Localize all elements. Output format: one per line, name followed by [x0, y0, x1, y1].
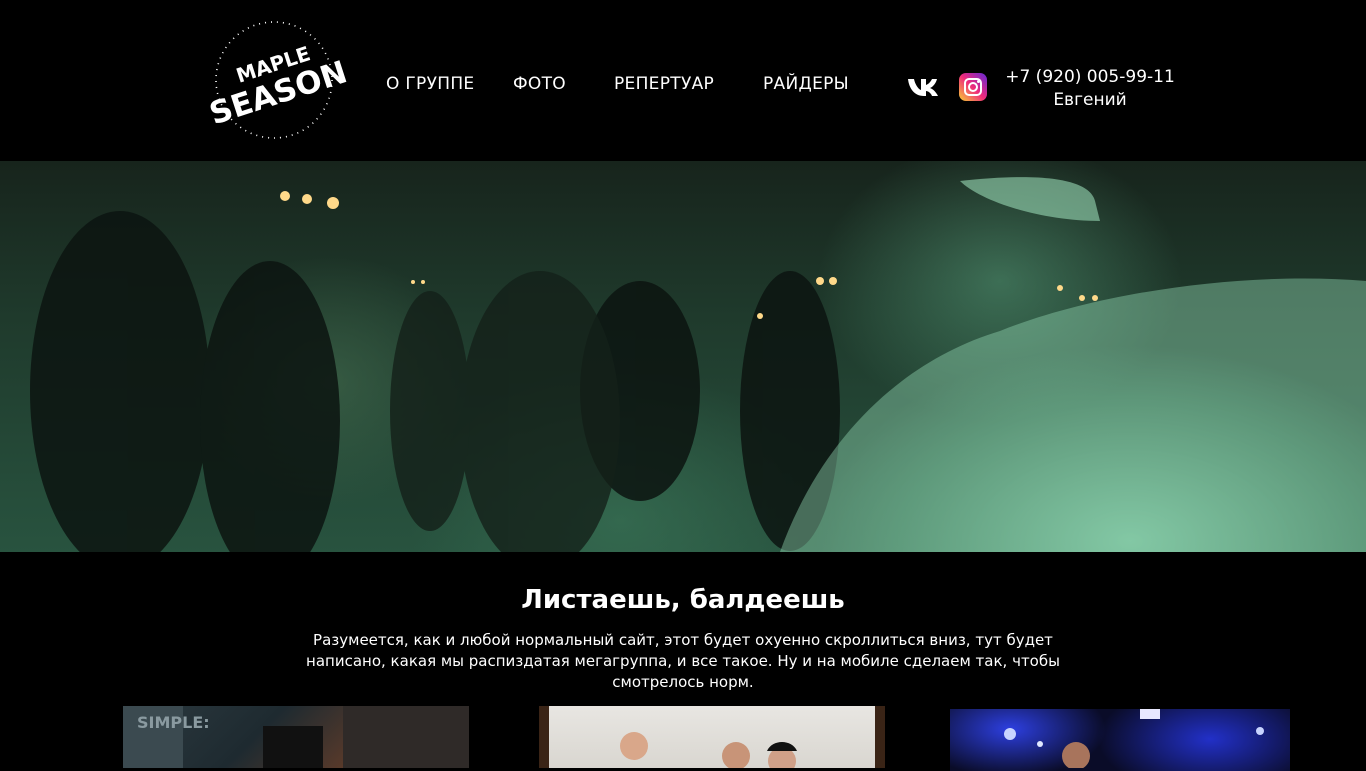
gallery-photo-2[interactable] — [539, 706, 885, 768]
instagram-lens — [968, 82, 978, 92]
nav-about[interactable]: О ГРУППЕ — [386, 74, 474, 94]
nav-repertoire[interactable]: РЕПЕРТУАР — [614, 74, 714, 94]
nav-photo[interactable]: ФОТО — [513, 74, 566, 94]
gallery-photo-1[interactable]: SIMPLE: — [123, 706, 469, 768]
instagram-icon[interactable] — [959, 73, 987, 101]
hero-photo-shapes — [30, 177, 1366, 552]
contact-name: Евгений — [1053, 90, 1127, 110]
intro-title: Листаешь, балдеешь — [521, 585, 845, 615]
photo-3-content — [1004, 709, 1264, 770]
instagram-dot — [977, 80, 980, 83]
phone-number[interactable]: +7 (920) 005-99-11 — [1000, 66, 1180, 89]
vk-icon[interactable] — [906, 72, 946, 102]
hero-image — [0, 161, 1366, 552]
photo-2-content — [539, 706, 885, 768]
photo-1-content: SIMPLE: — [123, 706, 469, 768]
site-header: MAPLE SEASON О ГРУППЕ ФОТО РЕПЕРТУАР РАЙ… — [0, 0, 1366, 161]
contact-block: +7 (920) 005-99-11 Евгений — [1000, 66, 1180, 112]
intro-text: Разумеется, как и любой нормальный сайт,… — [306, 631, 1060, 691]
photo-1-sign-text: SIMPLE: — [137, 713, 210, 732]
nav-riders[interactable]: РАЙДЕРЫ — [763, 74, 849, 94]
gallery-photo-3[interactable] — [950, 709, 1290, 771]
maple-season-logo[interactable]: MAPLE SEASON — [198, 18, 350, 142]
